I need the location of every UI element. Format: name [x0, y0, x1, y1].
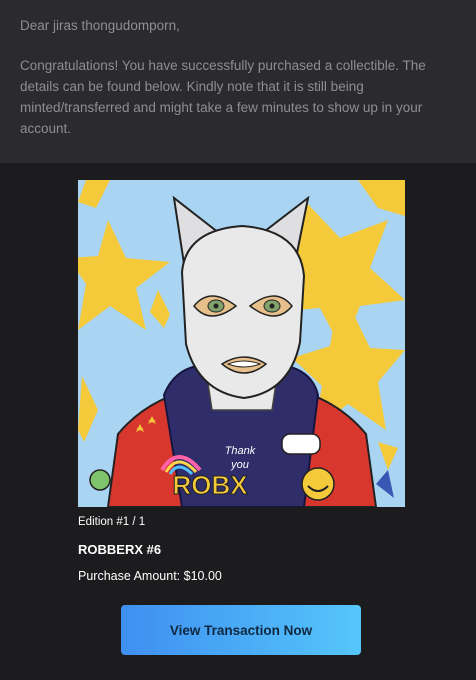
robber-character-art: ROBX Thank you	[78, 180, 405, 507]
view-transaction-button[interactable]: View Transaction Now	[121, 605, 361, 655]
email-header-section: Dear jiras thongudomporn, Congratulation…	[0, 0, 476, 163]
collectible-image: ROBX Thank you	[78, 180, 405, 507]
art-shirt-line-2: you	[230, 459, 249, 471]
purchase-message: Congratulations! You have successfully p…	[20, 58, 426, 136]
art-chest-logo: ROBX	[172, 470, 248, 500]
collectible-name: ROBBERX #6	[78, 542, 162, 557]
email-page: Dear jiras thongudomporn, Congratulation…	[0, 0, 476, 680]
edition-label: Edition #1 / 1	[78, 516, 146, 528]
purchase-amount: Purchase Amount: $10.00	[78, 569, 222, 583]
art-shirt-line-1: Thank	[225, 445, 256, 457]
view-transaction-label: View Transaction Now	[169, 622, 313, 638]
greeting-text: Dear jiras thongudomporn,	[20, 18, 180, 33]
